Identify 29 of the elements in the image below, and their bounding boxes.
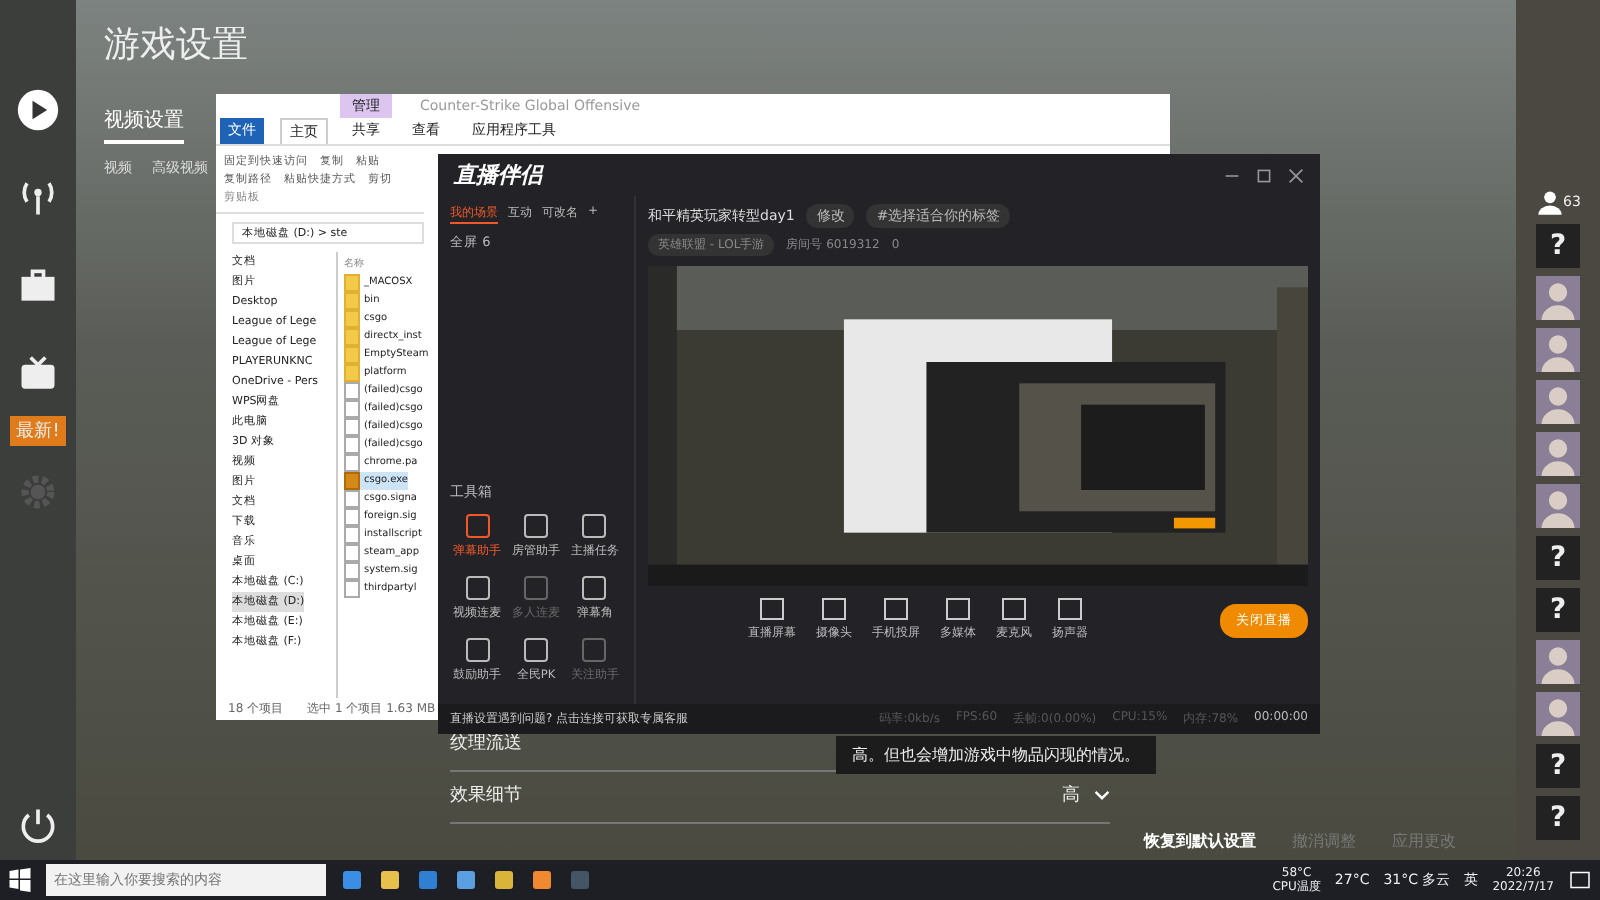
app-icon[interactable] bbox=[378, 868, 402, 892]
tooltip: 高。但也会增加游戏中物品闪现的情况。 bbox=[836, 736, 1156, 774]
app-logo: 直播伴侣 bbox=[454, 160, 542, 190]
chevron-down-icon bbox=[1094, 790, 1110, 801]
windows-start-icon[interactable] bbox=[8, 868, 32, 892]
unknown-avatar[interactable]: ? bbox=[1536, 796, 1580, 840]
power-icon[interactable] bbox=[16, 804, 60, 848]
app-icon[interactable] bbox=[530, 868, 554, 892]
footer-button[interactable]: 恢复到默认设置 bbox=[1144, 830, 1256, 852]
unknown-avatar[interactable]: ? bbox=[1536, 588, 1580, 632]
new-badge: 最新! bbox=[10, 416, 66, 446]
unknown-avatar[interactable]: ? bbox=[1536, 744, 1580, 788]
setting-label: 效果细节 bbox=[450, 788, 522, 806]
page-title: 游戏设置 bbox=[104, 22, 250, 68]
app-icon[interactable] bbox=[454, 868, 478, 892]
app-icon[interactable] bbox=[492, 868, 516, 892]
unknown-avatar[interactable]: ? bbox=[1536, 224, 1580, 268]
notification-icon[interactable] bbox=[1568, 868, 1592, 892]
person-icon bbox=[1535, 188, 1564, 216]
unknown-avatar[interactable]: ? bbox=[1536, 536, 1580, 580]
settings-tab[interactable]: 视频设置 bbox=[104, 110, 184, 144]
app-icon[interactable] bbox=[416, 868, 440, 892]
setting-dropdown[interactable]: 高 bbox=[1062, 788, 1110, 806]
maximize-icon[interactable] bbox=[1256, 167, 1272, 183]
setting-label: 纹理流送 bbox=[450, 736, 522, 754]
close-icon[interactable] bbox=[1288, 167, 1304, 183]
app-icon[interactable] bbox=[340, 868, 364, 892]
play-icon[interactable] bbox=[16, 88, 60, 132]
antenna-icon[interactable] bbox=[16, 176, 60, 220]
